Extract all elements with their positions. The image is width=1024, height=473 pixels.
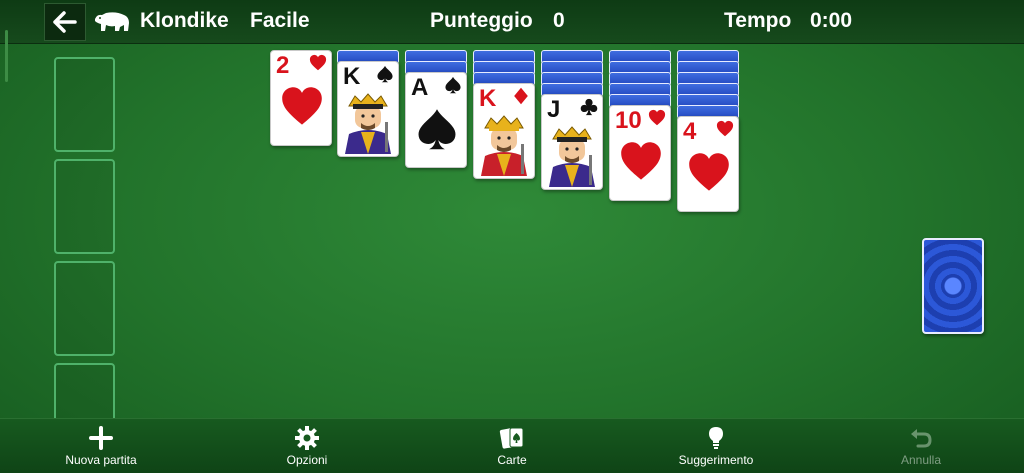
tableau-card-j-clubs[interactable]: J — [541, 94, 603, 190]
foundation-slot-1[interactable] — [54, 57, 115, 152]
undo-icon — [911, 429, 932, 448]
new-game-button[interactable]: Nuova partita — [41, 425, 161, 471]
court-figure-k-icon — [345, 93, 391, 154]
card-rank: K — [479, 85, 497, 112]
cards-button[interactable]: Carte — [452, 425, 572, 471]
options-label: Opzioni — [286, 453, 328, 467]
game-name: Klondike — [140, 9, 229, 32]
time-label: Tempo — [724, 9, 792, 32]
cards-icon — [499, 427, 524, 449]
heart-suit-icon — [716, 120, 734, 137]
tableau-card-4-hearts[interactable]: 4 — [677, 116, 739, 212]
gear-icon — [295, 426, 319, 450]
heart-suit-icon — [648, 109, 666, 126]
spade-suit-icon — [377, 65, 393, 83]
bottom-toolbar: Nuova partita Opzioni Carte Suggerimento… — [0, 418, 1024, 473]
foundation-slot-2[interactable] — [54, 159, 115, 254]
tableau-card-a-spades[interactable]: A — [405, 72, 467, 168]
card-rank: 2 — [276, 52, 290, 79]
time-value: 0:00 — [810, 9, 853, 32]
top-bar: Klondike Facile Punteggio 0 Tempo 0:00 — [0, 0, 1024, 44]
plus-icon — [89, 426, 113, 450]
card-rank: 10 — [615, 107, 642, 134]
undo-button[interactable]: Annulla — [861, 425, 981, 471]
score-label: Punteggio — [430, 9, 533, 32]
card-rank: 4 — [683, 118, 697, 145]
cards-label: Carte — [497, 453, 527, 467]
tableau-card-k-diamonds[interactable]: K — [473, 83, 535, 179]
heart-pip-icon — [621, 142, 661, 180]
heart-pip-icon — [689, 153, 729, 191]
arrow-left-icon — [53, 11, 77, 33]
tableau-card-10-hearts[interactable]: 10 — [609, 105, 671, 201]
spade-pip-icon — [418, 109, 456, 150]
court-figure-k-icon — [481, 115, 527, 176]
heart-suit-icon — [309, 54, 327, 71]
card-rank: A — [411, 74, 429, 101]
court-figure-j-icon — [549, 126, 595, 187]
card-rank: K — [343, 63, 361, 90]
difficulty-label: Facile — [250, 9, 310, 32]
lightbulb-icon — [709, 427, 723, 449]
card-rank: J — [547, 96, 561, 123]
diamond-suit-icon — [514, 87, 528, 105]
options-button[interactable]: Opzioni — [247, 425, 367, 471]
club-suit-icon — [580, 98, 598, 116]
spade-suit-icon — [445, 76, 461, 94]
back-button[interactable] — [44, 3, 86, 41]
foundation-slot-3[interactable] — [54, 261, 115, 356]
hint-button[interactable]: Suggerimento — [656, 425, 776, 471]
tableau-card-2-hearts[interactable]: 2 — [270, 50, 332, 146]
score-value: 0 — [553, 9, 565, 32]
undo-label: Annulla — [900, 453, 942, 467]
tableau-card-k-spades[interactable]: K — [337, 61, 399, 157]
heart-pip-icon — [282, 87, 322, 125]
new-game-label: Nuova partita — [65, 453, 137, 467]
side-drawer-handle[interactable] — [5, 30, 8, 82]
hint-label: Suggerimento — [678, 453, 754, 467]
polar-bear-icon — [95, 12, 129, 32]
stock-pile[interactable] — [922, 238, 984, 334]
